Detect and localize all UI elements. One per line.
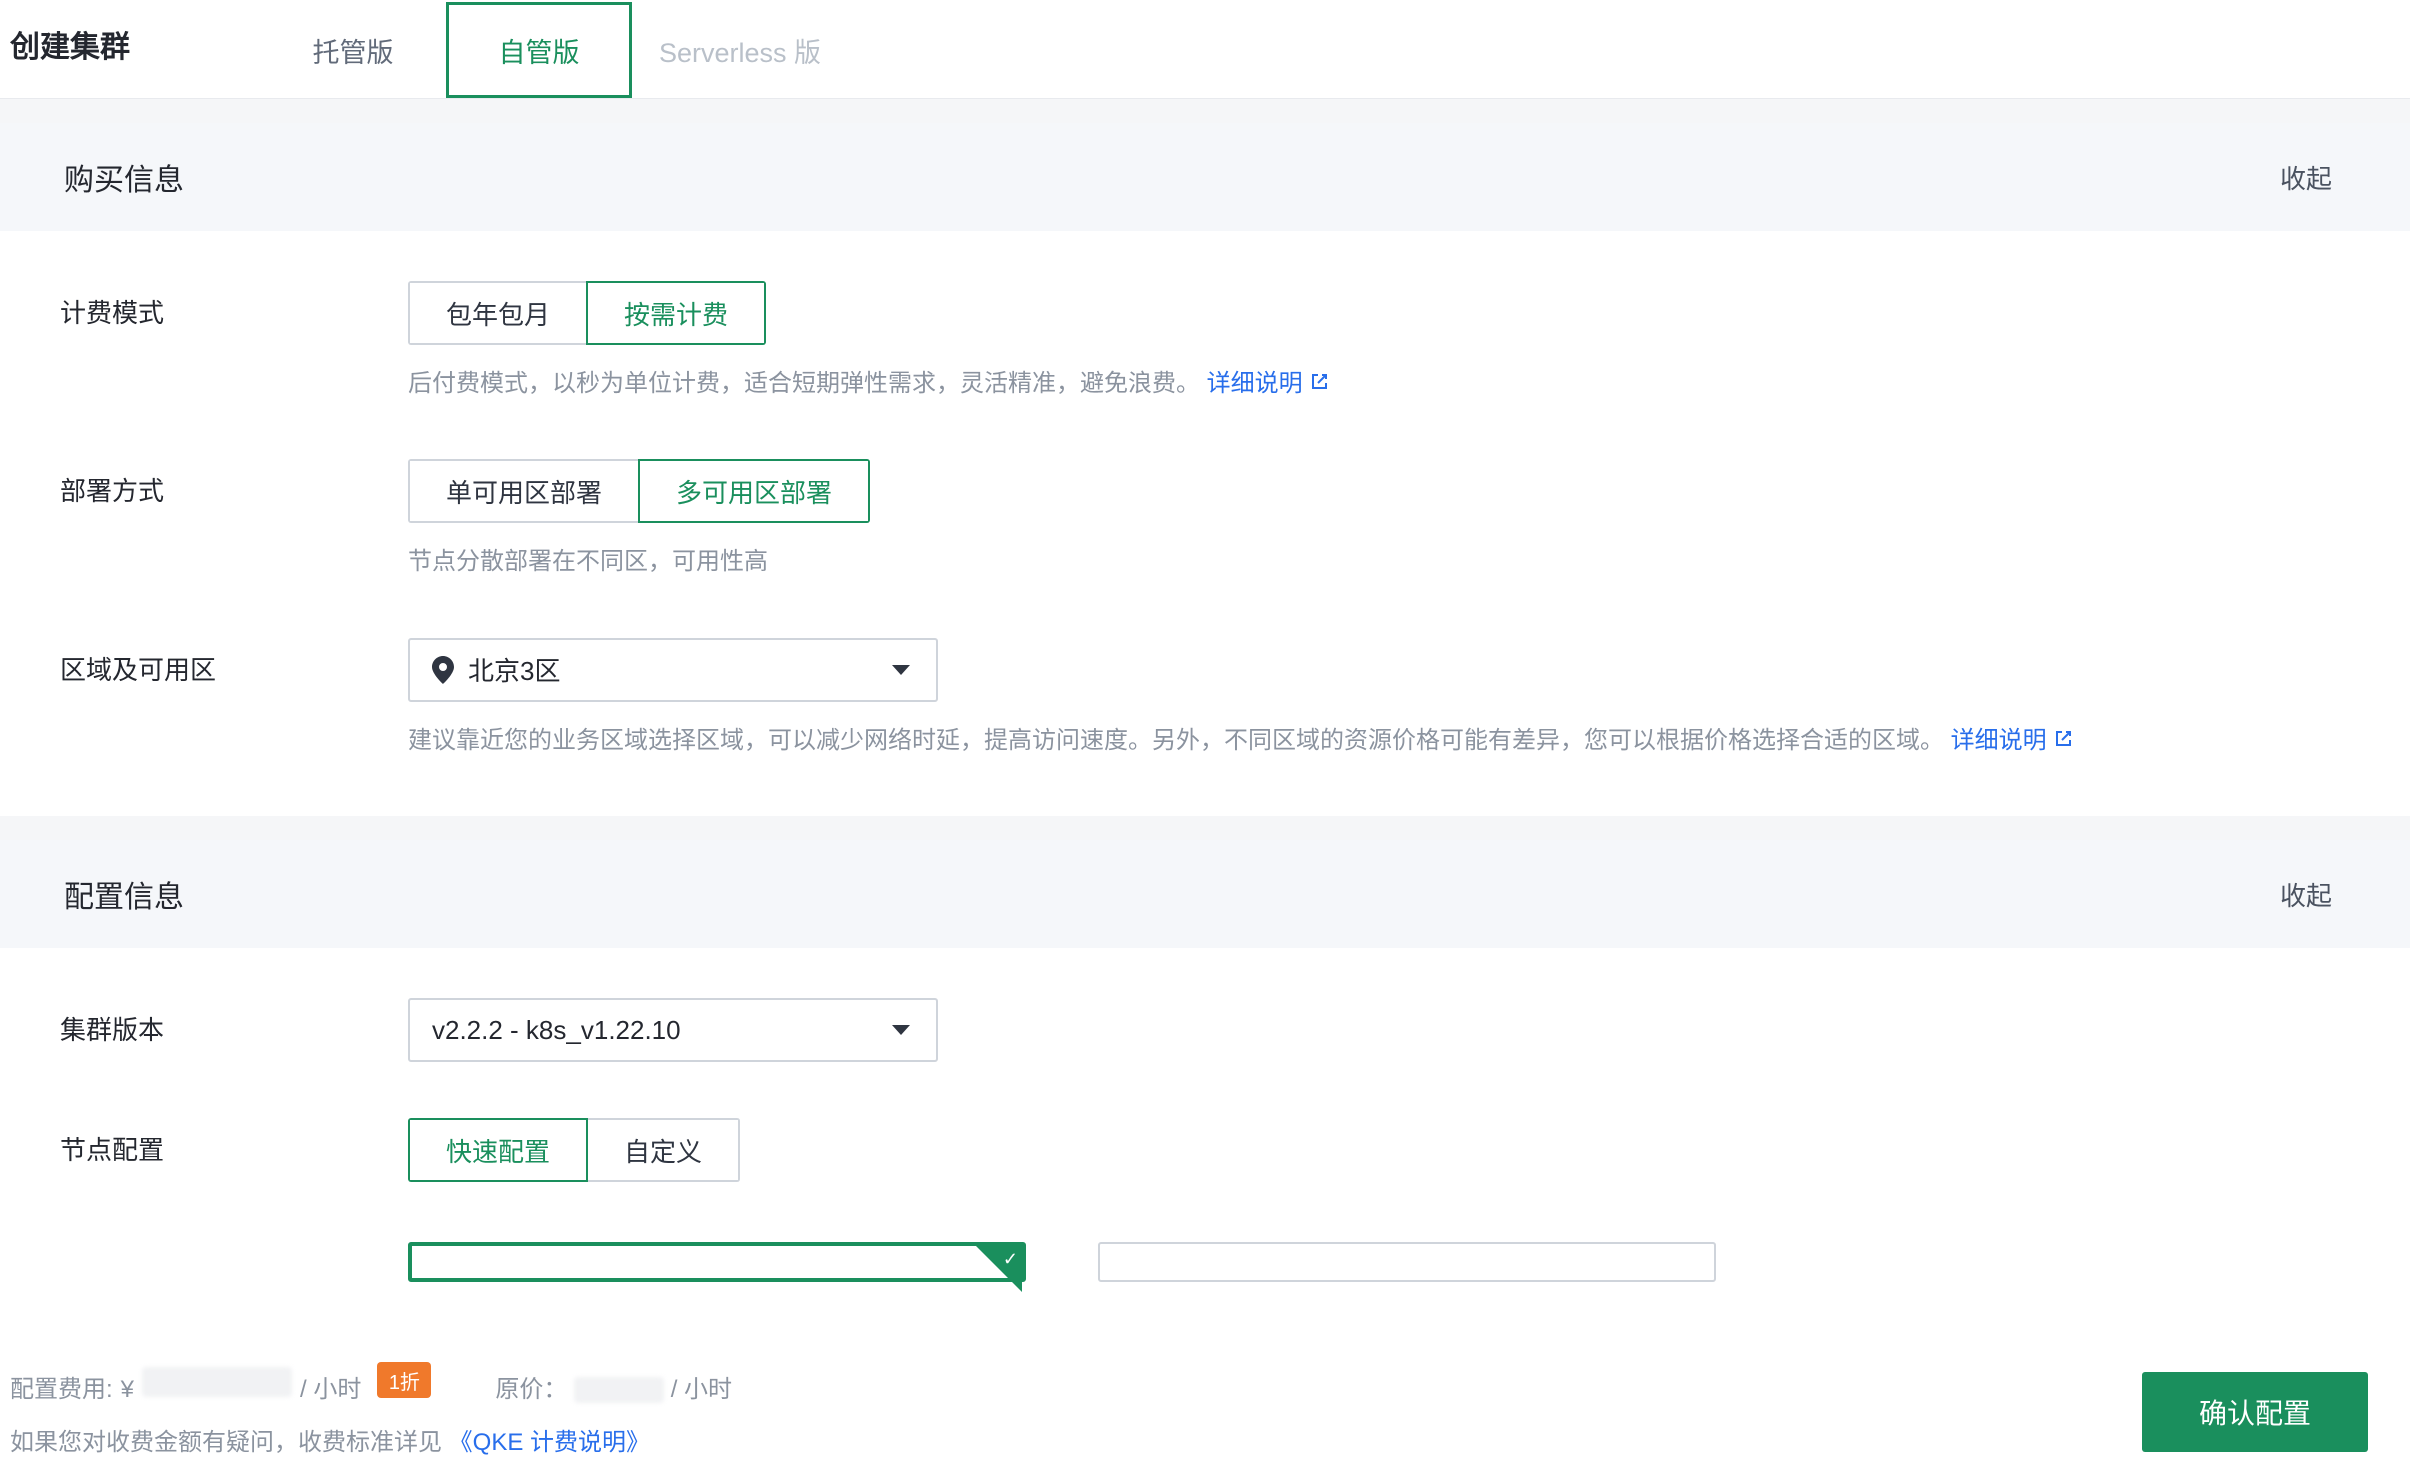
region-helper-text: 建议靠近您的业务区域选择区域，可以减少网络时延，提高访问速度。另外，不同区域的资… [408, 727, 1944, 754]
cluster-type-tabs: 托管版 自管版 Serverless 版 [260, 2, 848, 98]
tab-managed[interactable]: 托管版 [260, 2, 446, 98]
label-region-az: 区域及可用区 [60, 638, 408, 687]
chevron-down-icon [892, 665, 910, 675]
label-cluster-version: 集群版本 [60, 998, 408, 1047]
cluster-version-value: v2.2.2 - k8s_v1.22.10 [432, 1015, 681, 1046]
confirm-button[interactable]: 确认配置 [2142, 1372, 2368, 1452]
original-price-label: 原价： [495, 1376, 567, 1403]
deploy-multi-az[interactable]: 多可用区部署 [638, 459, 870, 523]
node-preset-card[interactable] [1098, 1242, 1716, 1282]
region-select[interactable]: 北京3区 [408, 638, 938, 702]
page-title: 创建集群 [10, 22, 130, 98]
deploy-single-az[interactable]: 单可用区部署 [408, 459, 640, 523]
billing-doc-link[interactable]: 《QKE 计费说明》 [449, 1429, 650, 1456]
cost-label: 配置费用: [10, 1369, 113, 1404]
label-deploy-mode: 部署方式 [60, 459, 408, 508]
billing-helper-text: 后付费模式，以秒为单位计费，适合短期弹性需求，灵活精准，避免浪费。 [408, 370, 1200, 397]
deploy-helper: 节点分散部署在不同区，可用性高 [408, 543, 2350, 581]
label-billing-mode: 计费模式 [60, 281, 408, 330]
cost-value-redacted [142, 1367, 292, 1397]
check-icon: ✓ [1003, 1249, 1018, 1270]
billing-mode-group: 包年包月 按需计费 [408, 281, 766, 345]
section-title-config: 配置信息 [64, 872, 184, 916]
node-preset-cards: ✓ [408, 1242, 2350, 1282]
billing-helper-link[interactable]: 详细说明 [1207, 365, 1329, 403]
location-pin-icon [432, 656, 454, 684]
region-helper: 建议靠近您的业务区域选择区域，可以减少网络时延，提高访问速度。另外，不同区域的资… [408, 722, 2350, 760]
discount-badge: 1折 [377, 1362, 431, 1398]
original-price-unit: / 小时 [671, 1376, 732, 1403]
external-link-icon [1309, 365, 1329, 403]
config-info-section: 配置信息 收起 集群版本 v2.2.2 - k8s_v1.22.10 节点配置 [0, 840, 2410, 1322]
footer-bar: 配置费用: ¥ / 小时 1折 原价： / 小时 如果您对收费金额有疑问，收费标… [0, 1336, 2410, 1478]
collapse-purchase[interactable]: 收起 [2280, 159, 2332, 196]
original-price-redacted [574, 1377, 664, 1403]
external-link-icon [2053, 722, 2073, 760]
cluster-version-select[interactable]: v2.2.2 - k8s_v1.22.10 [408, 998, 938, 1062]
section-title-purchase: 购买信息 [64, 155, 184, 199]
billing-yearly-monthly[interactable]: 包年包月 [408, 281, 588, 345]
cost-line: 配置费用: ¥ / 小时 1折 原价： / 小时 [10, 1367, 732, 1407]
billing-ondemand[interactable]: 按需计费 [586, 281, 766, 345]
chevron-down-icon [892, 1025, 910, 1035]
deploy-mode-group: 单可用区部署 多可用区部署 [408, 459, 870, 523]
footer-help-text: 如果您对收费金额有疑问，收费标准详见 《QKE 计费说明》 [10, 1422, 732, 1457]
purchase-info-section: 购买信息 收起 计费模式 包年包月 按需计费 后付费模式，以秒为单位计费，适合短… [0, 123, 2410, 816]
node-config-group: 快速配置 自定义 [408, 1118, 740, 1182]
billing-helper: 后付费模式，以秒为单位计费，适合短期弹性需求，灵活精准，避免浪费。 详细说明 [408, 365, 2350, 403]
node-quick-config[interactable]: 快速配置 [408, 1118, 588, 1182]
cost-unit: / 小时 [300, 1369, 361, 1404]
region-value: 北京3区 [468, 651, 560, 688]
tab-serverless[interactable]: Serverless 版 [632, 2, 848, 98]
node-preset-card-selected[interactable]: ✓ [408, 1242, 1026, 1282]
tab-self-managed[interactable]: 自管版 [446, 2, 632, 98]
collapse-config[interactable]: 收起 [2280, 876, 2332, 913]
region-helper-link[interactable]: 详细说明 [1951, 722, 2073, 760]
label-node-config: 节点配置 [60, 1118, 408, 1167]
currency-symbol: ¥ [121, 1376, 134, 1404]
node-custom-config[interactable]: 自定义 [588, 1118, 740, 1182]
